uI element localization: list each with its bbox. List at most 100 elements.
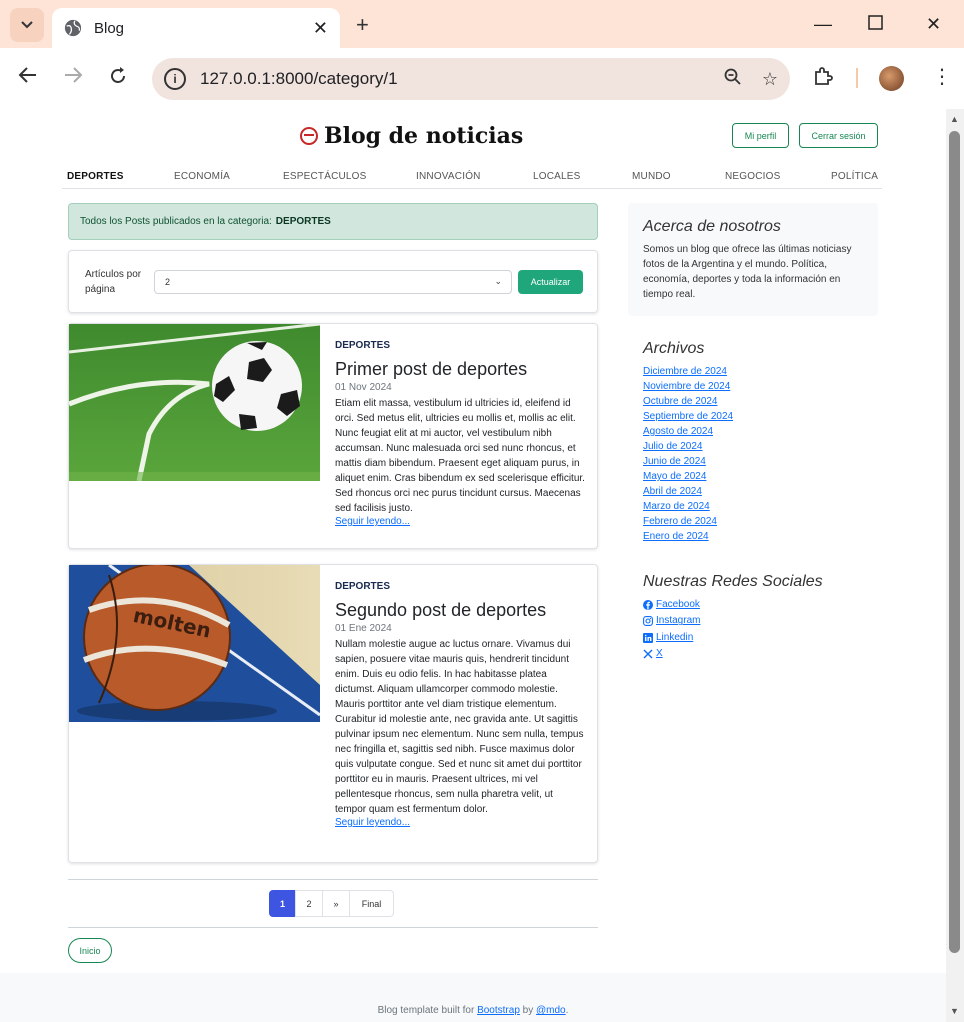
post-date: 01 Ene 2024 [335, 623, 392, 634]
social-links: Facebook Instagram Linkedin X [643, 597, 700, 662]
basketball-image[interactable]: molten [69, 565, 320, 722]
toolbar-separator [856, 68, 858, 88]
archive-link[interactable]: Abril de 2024 [643, 484, 733, 499]
archive-link[interactable]: Marzo de 2024 [643, 499, 733, 514]
profile-button[interactable]: Mi perfil [732, 123, 789, 148]
reload-icon[interactable] [108, 66, 128, 92]
post-title[interactable]: Segundo post de deportes [335, 599, 585, 621]
instagram-link[interactable]: Instagram [643, 613, 700, 629]
nav-politica[interactable]: POLÍTICA [831, 171, 878, 182]
x-link[interactable]: X [643, 646, 700, 662]
chevron-down-icon: ⌄ [494, 276, 502, 286]
archive-link[interactable]: Enero de 2024 [643, 529, 733, 544]
alert-text: Todos los Posts publicados en la categor… [80, 216, 272, 227]
profile-avatar[interactable] [879, 66, 904, 91]
bootstrap-link[interactable]: Bootstrap [477, 1005, 520, 1016]
next-page-button[interactable]: » [322, 890, 350, 917]
pagination-divider [68, 927, 598, 928]
browser-menu-icon[interactable]: ⋮ [932, 64, 952, 89]
back-arrow-icon[interactable] [18, 66, 38, 90]
footer: Blog template built for Bootstrap by @md… [0, 973, 946, 1022]
x-icon [643, 649, 653, 659]
nav-mundo[interactable]: MUNDO [632, 171, 671, 182]
page-content: Blog de noticias Mi perfil Cerrar sesión… [0, 109, 946, 1022]
url-text: 127.0.0.1:8000/category/1 [200, 69, 398, 88]
last-page-button[interactable]: Final [349, 890, 394, 917]
nav-deportes[interactable]: DEPORTES [67, 171, 124, 182]
post-card: DEPORTES Primer post de deportes 01 Nov … [68, 323, 598, 549]
archive-link[interactable]: Agosto de 2024 [643, 424, 733, 439]
per-page-value: 2 [165, 277, 171, 287]
tab-search-button[interactable] [10, 8, 44, 42]
scroll-up-arrow-icon[interactable]: ▲ [950, 114, 959, 124]
logout-button[interactable]: Cerrar sesión [799, 123, 878, 148]
nav-locales[interactable]: LOCALES [533, 171, 581, 182]
nav-espectaculos[interactable]: ESPECTÁCULOS [283, 171, 367, 182]
archive-link[interactable]: Febrero de 2024 [643, 514, 733, 529]
home-button[interactable]: Inicio [68, 938, 112, 963]
archives-list: Diciembre de 2024 Noviembre de 2024 Octu… [643, 364, 733, 544]
browser-tab[interactable]: Blog ✕ [52, 8, 340, 48]
site-info-icon[interactable]: i [164, 68, 186, 90]
archive-link[interactable]: Junio de 2024 [643, 454, 733, 469]
close-window-icon[interactable]: ✕ [926, 14, 941, 35]
new-tab-button[interactable]: + [356, 12, 369, 38]
nav-innovacion[interactable]: INNOVACIÓN [416, 171, 481, 182]
linkedin-icon [643, 632, 653, 643]
archive-link[interactable]: Septiembre de 2024 [643, 409, 733, 424]
linkedin-link[interactable]: Linkedin [643, 630, 700, 646]
archive-link[interactable]: Octubre de 2024 [643, 394, 733, 409]
nav-economia[interactable]: ECONOMÍA [174, 171, 230, 182]
bookmark-star-icon[interactable]: ☆ [762, 69, 778, 90]
forward-arrow-icon[interactable] [63, 66, 83, 90]
per-page-label: Artículos por página [85, 269, 142, 295]
minimize-icon[interactable]: — [814, 14, 832, 35]
category-alert: Todos los Posts publicados en la categor… [68, 203, 598, 240]
close-tab-icon[interactable]: ✕ [313, 18, 328, 39]
pagination-divider [68, 879, 598, 880]
pagination: 1 2 » Final [269, 890, 394, 917]
post-date: 01 Nov 2024 [335, 382, 392, 393]
facebook-label: Facebook [656, 599, 700, 610]
browser-chrome: Blog ✕ + — ✕ i 127.0.0.1:8000/category/1… [0, 0, 964, 109]
x-label: X [656, 647, 663, 659]
chevron-down-icon [21, 21, 33, 29]
extensions-puzzle-icon[interactable] [812, 66, 834, 94]
author-link[interactable]: @mdo [536, 1005, 566, 1016]
per-page-form: Artículos por página 2 ⌄ Actualizar [68, 250, 598, 313]
archive-link[interactable]: Noviembre de 2024 [643, 379, 733, 394]
about-box: Acerca de nosotros Somos un blog que ofr… [628, 203, 878, 316]
read-more-link[interactable]: Seguir leyendo... [335, 817, 585, 828]
archive-link[interactable]: Diciembre de 2024 [643, 364, 733, 379]
site-brand[interactable]: Blog de noticias [300, 123, 523, 149]
facebook-link[interactable]: Facebook [643, 597, 700, 613]
update-button[interactable]: Actualizar [518, 270, 583, 294]
post-body: DEPORTES Primer post de deportes 01 Nov … [335, 340, 585, 527]
scrollbar-thumb[interactable] [949, 131, 960, 953]
linkedin-label: Linkedin [656, 631, 694, 643]
category-nav: DEPORTES ECONOMÍA ESPECTÁCULOS INNOVACIÓ… [62, 167, 882, 189]
post-body: DEPORTES Segundo post de deportes 01 Ene… [335, 581, 585, 828]
post-excerpt: Nullam molestie augue ac luctus ornare. … [335, 639, 584, 815]
post-title[interactable]: Primer post de deportes [335, 358, 585, 380]
page-2-button[interactable]: 2 [295, 890, 323, 917]
page-1-button[interactable]: 1 [269, 890, 296, 917]
zoom-icon[interactable] [724, 68, 742, 91]
nav-negocios[interactable]: NEGOCIOS [725, 171, 781, 182]
footer-suffix: . [565, 1005, 569, 1016]
archive-link[interactable]: Julio de 2024 [643, 439, 733, 454]
post-category: DEPORTES [335, 581, 391, 592]
about-title: Acerca de nosotros [643, 218, 781, 235]
read-more-link[interactable]: Seguir leyendo... [335, 516, 585, 527]
soccer-ball-image[interactable] [69, 324, 320, 481]
scroll-down-arrow-icon[interactable]: ▼ [950, 1006, 959, 1016]
maximize-icon[interactable] [868, 14, 883, 35]
brand-name: Blog de noticias [324, 123, 524, 149]
archive-link[interactable]: Mayo de 2024 [643, 469, 733, 484]
post-category: DEPORTES [335, 340, 391, 351]
globe-icon [64, 19, 82, 37]
address-bar[interactable]: i 127.0.0.1:8000/category/1 ☆ [152, 58, 790, 100]
per-page-select[interactable]: 2 ⌄ [154, 270, 512, 294]
archives-title: Archivos [643, 340, 705, 357]
facebook-icon [643, 600, 653, 611]
